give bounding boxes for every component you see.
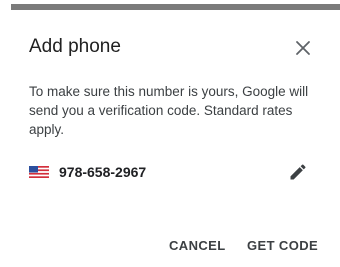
phone-number: 978-658-2967 (59, 164, 147, 180)
get-code-button[interactable]: GET CODE (247, 238, 318, 253)
dialog-title: Add phone (29, 36, 121, 57)
cancel-button[interactable]: CANCEL (169, 238, 226, 253)
phone-row: 978-658-2967 (29, 162, 324, 182)
close-icon[interactable] (293, 38, 313, 58)
pencil-icon[interactable] (288, 162, 308, 182)
dialog-description: To make sure this number is yours, Googl… (29, 84, 309, 137)
add-phone-dialog: Add phone To make sure this number is yo… (0, 10, 340, 267)
us-flag-icon (29, 166, 49, 178)
